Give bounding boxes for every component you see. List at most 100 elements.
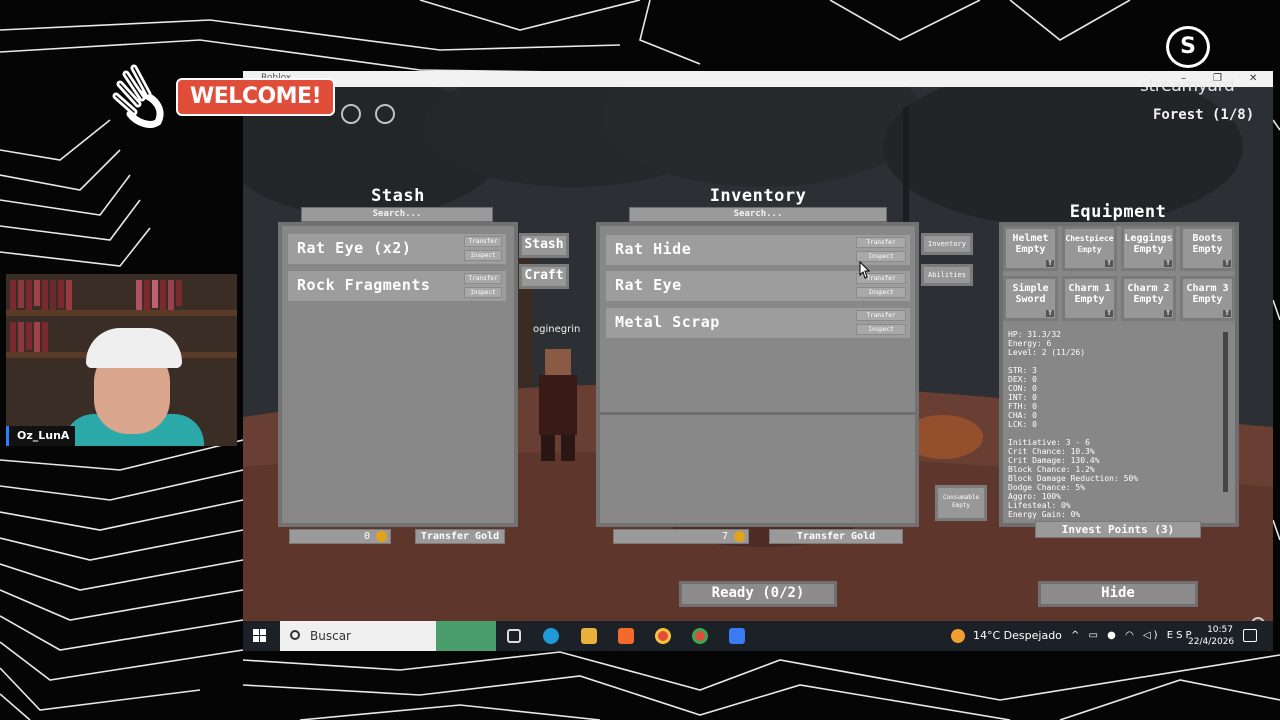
roblox-icon[interactable]	[729, 628, 745, 644]
stat-line: LCK: 0	[1008, 420, 1037, 429]
stats-list[interactable]: HP: 31.3/32 Energy: 6 Level: 2 (11/26) S…	[1005, 330, 1229, 520]
webcam-feed: Oz_LunA	[6, 274, 237, 446]
helmet-slot[interactable]: Helmet Empty T	[1003, 226, 1058, 271]
inspect-button[interactable]: Inspect	[464, 250, 502, 261]
taskbar-clock[interactable]: 10:57 22/4/2026	[1188, 624, 1234, 648]
taskbar-search-text: Buscar	[310, 629, 351, 643]
chrome-profile-icon[interactable]	[692, 628, 708, 644]
slot-tag: T	[1105, 260, 1113, 267]
search-icon	[290, 630, 300, 640]
stash-tab-button[interactable]: Stash	[519, 233, 569, 258]
stash-gold-display: 0	[289, 529, 391, 544]
slot-tag: T	[1223, 310, 1231, 317]
abilities-tab-button[interactable]: Abilities	[921, 264, 973, 286]
consumable-slot[interactable]: Consumable Empty	[935, 485, 987, 521]
books	[136, 280, 182, 310]
person-cap	[86, 328, 182, 368]
windows-start-icon[interactable]	[253, 629, 267, 643]
transfer-button[interactable]: Transfer	[856, 237, 906, 248]
streamyard-brand: S streamyard	[1140, 26, 1270, 98]
weapon-slot[interactable]: Simple Sword T	[1003, 276, 1058, 321]
stat-line: Crit Chance: 10.3%	[1008, 447, 1095, 456]
screen-share: Roblox – ❐ ✕ Forest (1/8) ogineg	[243, 71, 1273, 651]
gold-amount: 7	[721, 531, 728, 542]
stat-line: HP: 31.3/32	[1008, 330, 1061, 339]
taskbar-search-input[interactable]: Buscar	[280, 621, 496, 651]
transfer-button[interactable]: Transfer	[464, 236, 502, 247]
stat-line: INT: 0	[1008, 393, 1037, 402]
invest-points-button[interactable]: Invest Points (3)	[1035, 521, 1201, 538]
stash-item[interactable]: Rock Fragments Transfer Inspect	[288, 271, 506, 301]
bookshelf	[6, 310, 237, 316]
notification-icon[interactable]	[1243, 629, 1257, 642]
waving-hand-icon	[112, 64, 164, 128]
participant-name: Oz_LunA	[6, 426, 76, 446]
craft-tab-button[interactable]: Craft	[519, 264, 569, 289]
stat-line: Crit Damage: 130.4%	[1008, 456, 1100, 465]
slot-tag: T	[1164, 310, 1172, 317]
edge-icon[interactable]	[543, 628, 559, 644]
weather-widget[interactable]: 14°C Despejado	[951, 621, 1062, 651]
inventory-search-input[interactable]: Search...	[629, 207, 887, 222]
stat-line: Block Damage Reduction: 50%	[1008, 474, 1139, 483]
inspect-button[interactable]: Inspect	[856, 287, 906, 298]
player-nametag: oginegrin	[533, 324, 581, 335]
gold-coin-icon	[734, 531, 745, 542]
stash-transfer-gold-button[interactable]: Transfer Gold	[415, 529, 505, 544]
transfer-button[interactable]: Transfer	[464, 273, 502, 284]
ready-button[interactable]: Ready (0/2)	[679, 581, 837, 607]
chestpiece-slot[interactable]: Chestpiece Empty T	[1062, 226, 1117, 271]
item-label: Rock Fragments	[297, 276, 431, 294]
stat-line: Lifesteal: 0%	[1008, 501, 1071, 510]
mouse-cursor-icon	[859, 261, 871, 279]
inspect-button[interactable]: Inspect	[464, 287, 502, 298]
task-view-icon[interactable]	[507, 629, 521, 643]
inventory-gold-display: 7	[613, 529, 749, 544]
stat-line: Block Chance: 1.2%	[1008, 465, 1095, 474]
slot-tag: T	[1223, 260, 1231, 267]
stash-item[interactable]: Rat Eye (x2) Transfer Inspect	[288, 234, 506, 264]
item-label: Rat Eye	[615, 276, 682, 294]
clock-time: 10:57	[1207, 625, 1233, 635]
item-label: Rat Eye (x2)	[297, 239, 412, 257]
stat-line: CHA: 0	[1008, 411, 1037, 420]
stat-line: STR: 3	[1008, 366, 1037, 375]
charm-2-slot[interactable]: Charm 2 Empty T	[1121, 276, 1176, 321]
stash-search-input[interactable]: Search...	[301, 207, 493, 222]
chrome-icon[interactable]	[655, 628, 671, 644]
slot-tag: T	[1164, 260, 1172, 267]
streamyard-logo: S	[1166, 26, 1210, 68]
file-explorer-icon[interactable]	[581, 628, 597, 644]
inventory-tab-button[interactable]: Inventory	[921, 233, 973, 255]
charm-1-slot[interactable]: Charm 1 Empty T	[1062, 276, 1117, 321]
welcome-label: WELCOME!	[176, 78, 336, 116]
stat-line: Initiative: 3 - 6	[1008, 438, 1090, 447]
search-highlight-image	[436, 621, 496, 651]
item-label: Metal Scrap	[615, 313, 720, 331]
boots-slot[interactable]: Boots Empty T	[1180, 226, 1235, 271]
weather-text: 14°C Despejado	[973, 629, 1062, 642]
stat-line: Dodge Chance: 5%	[1008, 483, 1086, 492]
headset-icon[interactable]	[375, 104, 395, 124]
leggings-slot[interactable]: Leggings Empty T	[1121, 226, 1176, 271]
welcome-banner: WELCOME!	[112, 64, 352, 128]
store-icon[interactable]	[618, 628, 634, 644]
stat-line: Energy: 6	[1008, 339, 1052, 348]
system-tray[interactable]: ^ ▭ ● ◠ ◁) ESP	[1071, 621, 1194, 651]
inspect-button[interactable]: Inspect	[856, 324, 906, 335]
inventory-transfer-gold-button[interactable]: Transfer Gold	[769, 529, 903, 544]
item-label: Rat Hide	[615, 240, 692, 258]
inventory-item[interactable]: Metal Scrap Transfer Inspect	[606, 308, 910, 338]
hide-button[interactable]: Hide	[1038, 581, 1198, 607]
windows-taskbar: Buscar 14°C Despejado ^ ▭ ● ◠ ◁) ESP 10:…	[243, 621, 1273, 651]
stats-scrollbar[interactable]	[1223, 332, 1228, 492]
gold-coin-icon	[376, 531, 387, 542]
gold-amount: 0	[363, 531, 370, 542]
stat-line: Aggro: 100%	[1008, 492, 1061, 501]
transfer-button[interactable]: Transfer	[856, 310, 906, 321]
game-viewport: Forest (1/8) oginegrin Stash Search... R…	[243, 87, 1273, 621]
equipment-title: Equipment	[1069, 202, 1167, 222]
tray-icons: ^ ▭ ● ◠ ◁)	[1071, 630, 1161, 641]
charm-3-slot[interactable]: Charm 3 Empty T	[1180, 276, 1235, 321]
stat-line: FTH: 0	[1008, 402, 1037, 411]
